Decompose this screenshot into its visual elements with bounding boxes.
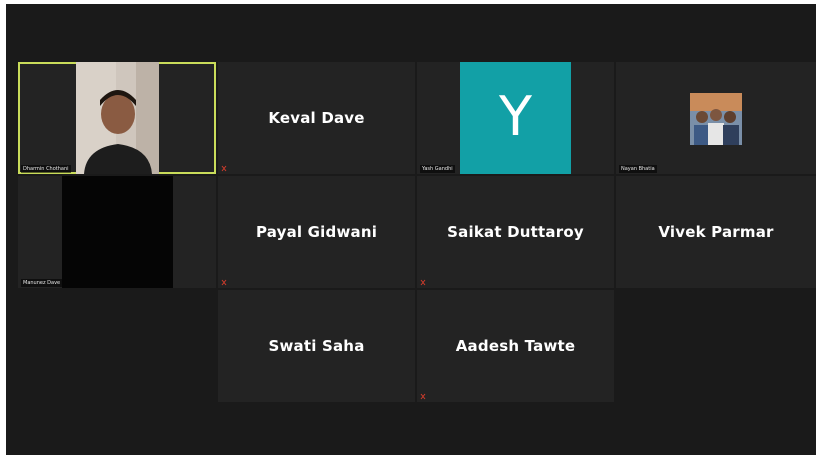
participant-name-label: Nayan Bhatia [619,165,657,173]
participant-tile-vivek[interactable]: Vivek Parmar [616,176,816,288]
participant-tile-payal[interactable]: Payal Gidwani [218,176,415,288]
group-photo-icon [690,93,742,145]
participant-display-name: Keval Dave [268,109,365,127]
participant-tile-keval[interactable]: Keval Dave [218,62,415,174]
participant-tile-yash[interactable]: Y Yash Gandhi [417,62,614,174]
participant-display-name: Saikat Duttaroy [447,223,584,241]
participant-tile-dharmin[interactable]: Dharmin Chothani [18,62,216,174]
participant-display-name: Payal Gidwani [255,223,378,241]
muted-mic-icon [221,165,227,172]
participant-tile-manunez[interactable]: Manunez Dave [18,176,216,288]
meeting-window: Dharmin Chothani Keval Dave Y Yash Gandh… [6,4,816,455]
participant-tile-swati[interactable]: Swati Saha [218,290,415,402]
profile-photo [690,93,742,145]
participant-tile-nayan[interactable]: Nayan Bhatia [616,62,816,174]
participant-display-name: Swati Saha [268,337,365,355]
participant-display-name: Aadesh Tawte [455,337,576,355]
participant-display-name: Vivek Parmar [658,223,774,241]
person-video-feed [76,62,159,174]
avatar: Y [460,62,571,174]
muted-mic-icon [420,279,426,286]
participant-video [76,62,159,174]
participant-tile-aadesh[interactable]: Aadesh Tawte [417,290,614,402]
participant-name-label: Yash Gandhi [420,165,455,173]
muted-mic-icon [420,393,426,400]
participant-name-label: Dharmin Chothani [21,165,71,173]
participant-tile-saikat[interactable]: Saikat Duttaroy [417,176,614,288]
participant-video [62,176,173,288]
muted-mic-icon [221,279,227,286]
participant-name-label: Manunez Dave [21,279,63,287]
